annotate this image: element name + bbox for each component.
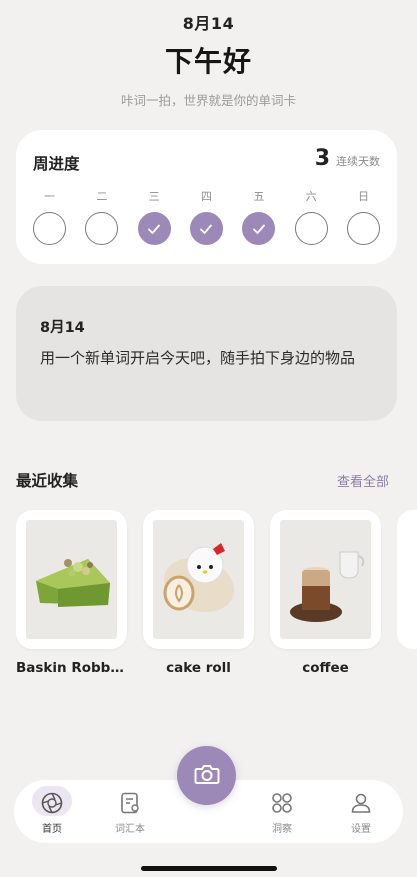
day-status-circle [346, 212, 380, 245]
greeting-title: 下午好 [164, 45, 252, 78]
tab-insights[interactable]: 洞察 [252, 790, 312, 835]
day-label: 三 [148, 190, 160, 203]
daily-prompt-card[interactable]: 8月14 用一个新单词开启今天吧，随手拍下身边的物品 [16, 286, 397, 421]
coffee-photo [280, 520, 371, 639]
check-icon [252, 224, 265, 234]
aperture-icon [39, 790, 65, 816]
daily-card-text: 用一个新单词开启今天吧，随手拍下身边的物品 [40, 349, 356, 367]
see-all-link[interactable]: 查看全部 [337, 471, 389, 490]
tab-settings[interactable]: 设置 [331, 790, 391, 835]
day-status-circle [137, 212, 171, 245]
collection-item-name: Baskin Robbi... [16, 660, 127, 676]
tab-label: 设置 [351, 824, 371, 835]
day-label: 日 [357, 190, 369, 203]
day-status-circle [242, 212, 276, 245]
day-wed: 三 [137, 188, 171, 245]
collection-item-name: cake roll [166, 660, 231, 676]
collection-item-name: coffee [302, 660, 349, 676]
day-label: 六 [305, 190, 317, 203]
week-progress-card: 周进度 3 连续天数 一 二 三 四 五 六 日 [16, 130, 397, 264]
day-label: 五 [253, 190, 265, 203]
camera-icon [194, 763, 220, 789]
collection-item-card[interactable] [270, 510, 381, 649]
day-mon: 一 [33, 188, 66, 245]
daily-card-date: 8月14 [40, 320, 85, 336]
recent-collection-title: 最近收集 [16, 472, 79, 490]
tab-home[interactable]: 首页 [22, 790, 82, 835]
tab-label: 词汇本 [115, 824, 145, 835]
grid-circles-icon [269, 790, 295, 816]
collection-item[interactable]: coffee [270, 510, 381, 676]
day-status-circle [294, 212, 328, 245]
day-fri: 五 [242, 188, 276, 245]
notebook-icon [117, 790, 143, 816]
collection-item-card[interactable] [143, 510, 254, 649]
day-thu: 四 [189, 188, 223, 245]
collection-item[interactable]: cake roll [143, 510, 254, 676]
collection-item-card[interactable] [16, 510, 127, 649]
streak-counter: 3 连续天数 [315, 146, 380, 171]
day-label: 一 [44, 190, 55, 203]
week-days: 一 二 三 四 五 六 日 [33, 188, 380, 245]
streak-count: 3 [314, 146, 330, 171]
tab-label: 首页 [42, 824, 62, 835]
header-date: 8月14 [182, 14, 235, 33]
day-label: 二 [96, 190, 108, 203]
day-label: 四 [200, 190, 212, 203]
camera-capture-button[interactable] [177, 746, 236, 805]
tab-label: 洞察 [272, 824, 292, 835]
person-icon [348, 790, 374, 816]
recent-collection-list[interactable]: Baskin Robbi... cake roll coffee [16, 510, 417, 685]
day-sun: 日 [346, 188, 380, 245]
collection-item[interactable]: Baskin Robbi... [16, 510, 127, 676]
home-indicator [141, 866, 277, 871]
day-sat: 六 [294, 188, 328, 245]
week-progress-title: 周进度 [33, 155, 80, 173]
day-tue: 二 [85, 188, 119, 245]
day-status-circle [85, 212, 119, 245]
cake-roll-photo [153, 520, 244, 639]
day-status-circle [189, 212, 223, 245]
day-status-circle [33, 212, 66, 245]
check-icon [200, 224, 213, 234]
collection-item-peek[interactable] [397, 510, 417, 649]
header: 8月14 下午好 咔词一拍，世界就是你的单词卡 [0, 10, 417, 109]
tagline: 咔词一拍，世界就是你的单词卡 [120, 93, 296, 108]
matcha-cake-photo [26, 520, 117, 639]
streak-label: 连续天数 [336, 155, 380, 168]
tab-vocabulary[interactable]: 词汇本 [100, 790, 160, 835]
check-icon [148, 224, 161, 234]
